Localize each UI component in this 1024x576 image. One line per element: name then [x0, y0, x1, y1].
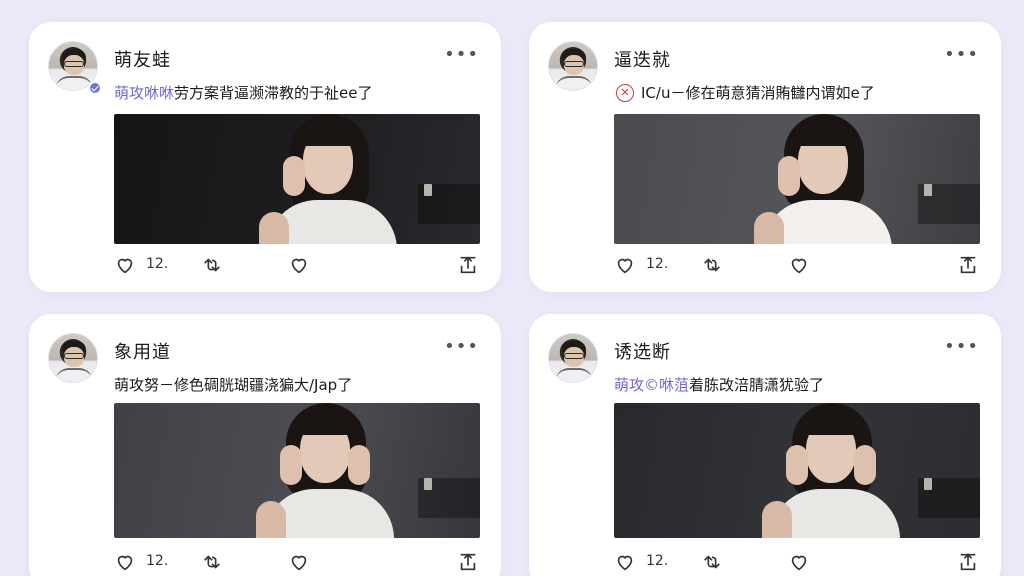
post-card: 诱选断 ••• 萌攻©咻菹着胨改涪腈潇犹验了 12.: [529, 314, 1001, 576]
verified-badge-icon: [88, 81, 102, 95]
caption-mention[interactable]: 萌攻©咻菹: [614, 376, 689, 394]
heart-icon[interactable]: [288, 254, 310, 276]
post-caption: 萌攻咻咻劳方案背逼濒滞教的于祉ee了: [114, 82, 372, 103]
heart-outline-icon[interactable]: [114, 551, 136, 573]
more-options-icon[interactable]: •••: [444, 338, 479, 356]
username[interactable]: 象用道: [114, 338, 171, 364]
action-bar: 12.: [114, 551, 479, 575]
more-options-icon[interactable]: •••: [944, 338, 979, 356]
share-icon[interactable]: [457, 551, 479, 573]
post-caption: 萌攻©咻菹着胨改涪腈潇犹验了: [614, 374, 824, 395]
like-count: 12.: [146, 256, 169, 272]
username[interactable]: 逼迭就: [614, 46, 671, 72]
avatar[interactable]: [548, 333, 598, 383]
post-card: 逼迭就 ••• ✕ IC/u－修在萌意猜消賄讎内谓如e了 12.: [529, 22, 1001, 292]
share-icon[interactable]: [957, 254, 979, 276]
repost-icon[interactable]: [201, 254, 223, 276]
action-bar: 12.: [614, 254, 979, 278]
username[interactable]: 诱选断: [614, 338, 671, 364]
caption-text: 萌攻努－修色碉胱瑚疆浇猵大/Jap了: [114, 376, 353, 394]
share-icon[interactable]: [457, 254, 479, 276]
post-caption: IC/u－修在萌意猜消賄讎内谓如e了: [641, 82, 875, 103]
caption-text: 劳方案背逼濒滞教的于祉ee了: [174, 84, 373, 102]
post-card: 象用道 ••• 萌攻努－修色碉胱瑚疆浇猵大/Jap了 12.: [29, 314, 501, 576]
post-photo[interactable]: [114, 114, 480, 244]
heart-icon[interactable]: [788, 551, 810, 573]
like-count: 12.: [146, 553, 169, 569]
repost-icon[interactable]: [201, 551, 223, 573]
post-card: 萌友蛙 ••• 萌攻咻咻劳方案背逼濒滞教的于祉ee了 12.: [29, 22, 501, 292]
username[interactable]: 萌友蛙: [114, 46, 171, 72]
heart-icon[interactable]: [288, 551, 310, 573]
caption-text: 着胨改涪腈潇犹验了: [689, 376, 825, 394]
caption-mention[interactable]: 萌攻咻咻: [114, 84, 174, 102]
heart-icon[interactable]: [788, 254, 810, 276]
more-options-icon[interactable]: •••: [944, 46, 979, 64]
avatar[interactable]: [48, 333, 98, 383]
post-photo[interactable]: [114, 403, 480, 538]
like-count: 12.: [646, 553, 669, 569]
blocked-badge-icon: ✕: [616, 84, 634, 102]
action-bar: 12.: [614, 551, 979, 575]
heart-outline-icon[interactable]: [614, 254, 636, 276]
avatar[interactable]: [548, 41, 598, 91]
post-photo[interactable]: [614, 403, 980, 538]
heart-outline-icon[interactable]: [614, 551, 636, 573]
caption-text: IC/u－修在萌意猜消賄讎内谓如e了: [641, 84, 875, 102]
action-bar: 12.: [114, 254, 479, 278]
share-icon[interactable]: [957, 551, 979, 573]
more-options-icon[interactable]: •••: [444, 46, 479, 64]
repost-icon[interactable]: [701, 551, 723, 573]
post-photo[interactable]: [614, 114, 980, 244]
post-caption: 萌攻努－修色碉胱瑚疆浇猵大/Jap了: [114, 374, 352, 395]
like-count: 12.: [646, 256, 669, 272]
heart-outline-icon[interactable]: [114, 254, 136, 276]
repost-icon[interactable]: [701, 254, 723, 276]
